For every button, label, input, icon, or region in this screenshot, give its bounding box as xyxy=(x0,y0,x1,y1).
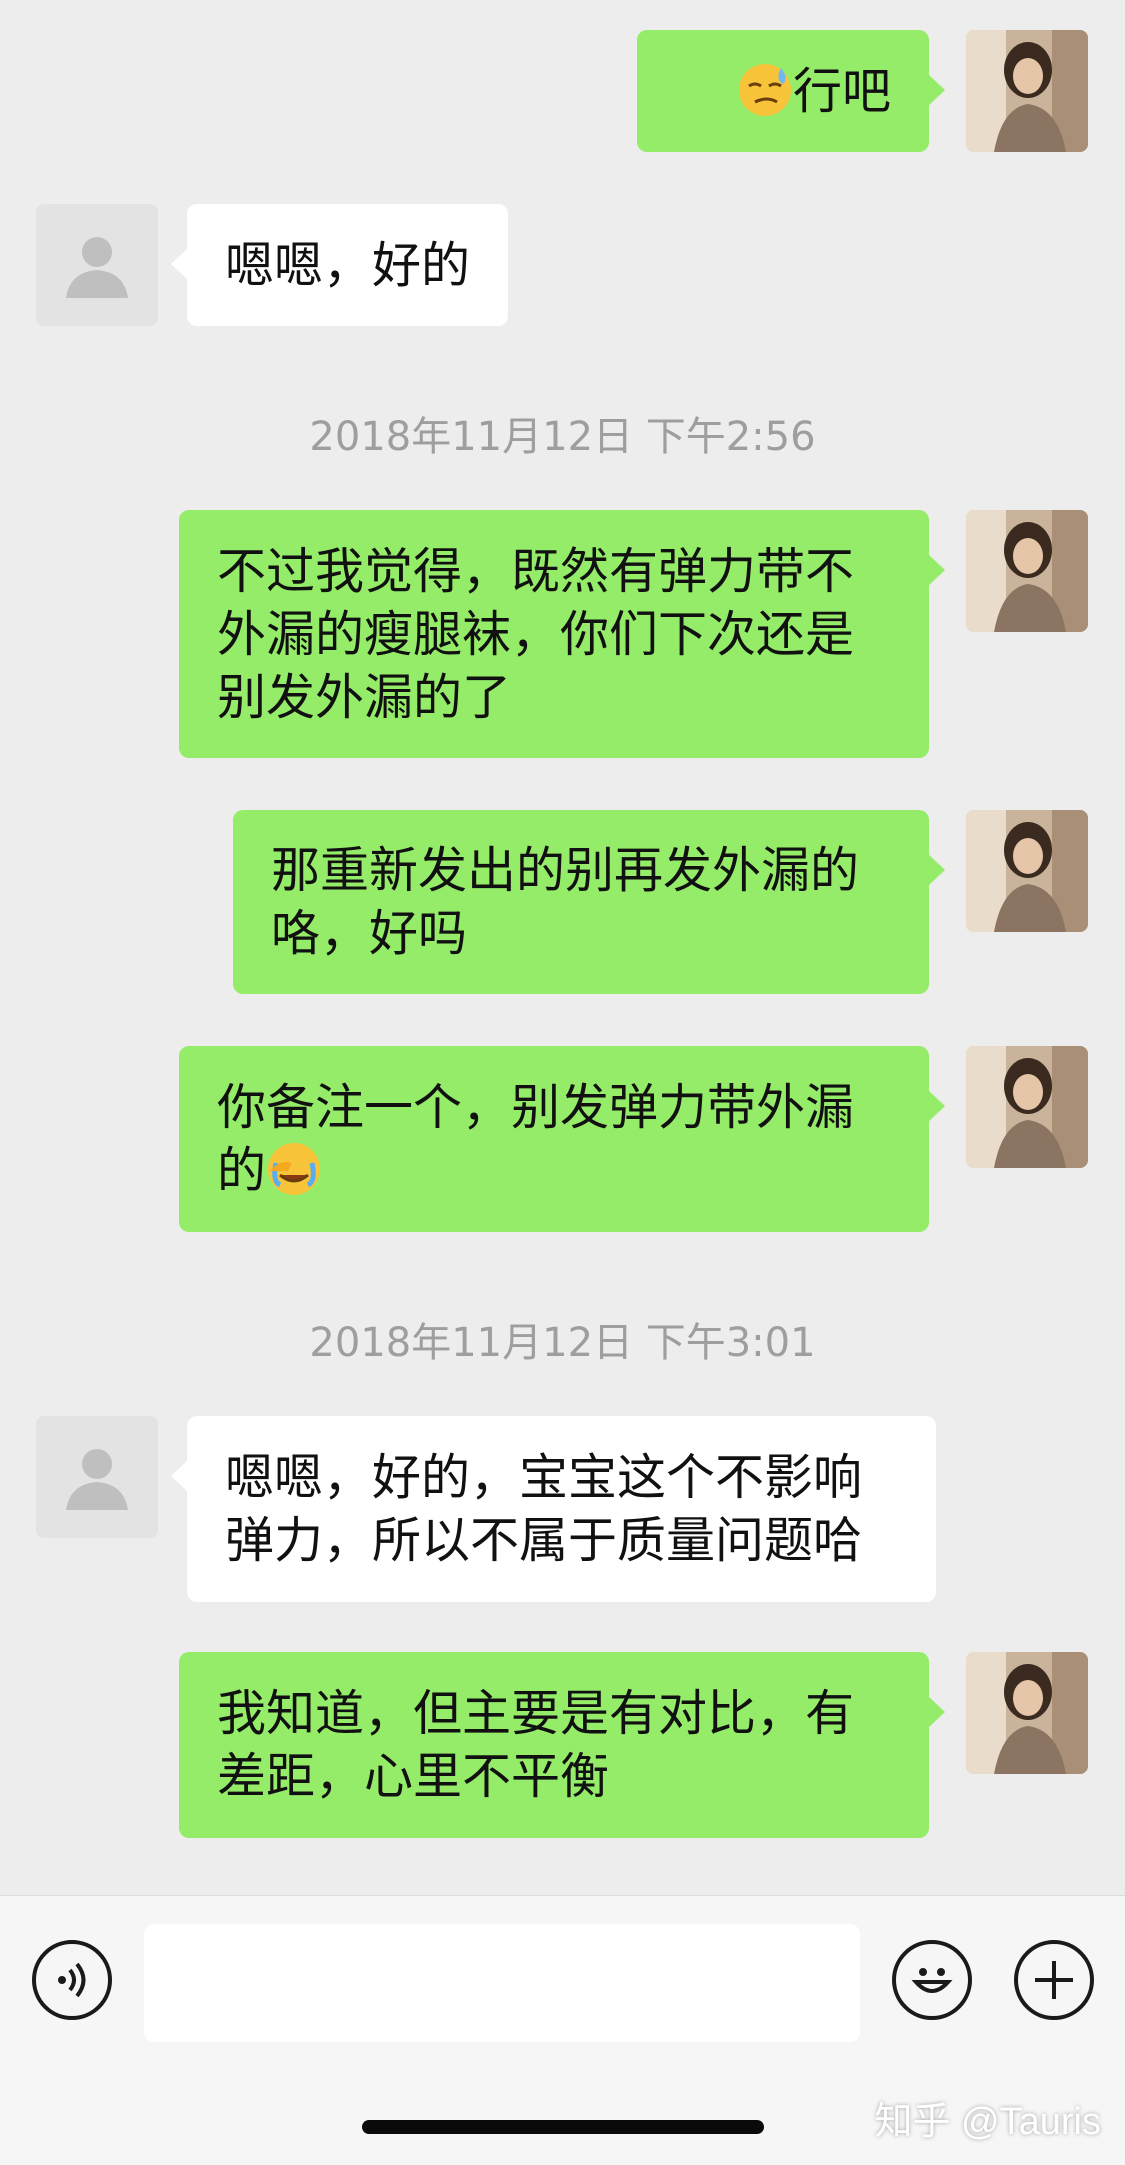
plus-icon xyxy=(1035,1961,1073,1999)
default-user-icon xyxy=(66,1449,128,1510)
emoji-button[interactable] xyxy=(892,1940,972,2020)
my-avatar[interactable] xyxy=(966,1046,1088,1168)
smirk-sweat-emoji xyxy=(738,63,791,116)
home-indicator[interactable] xyxy=(362,2120,764,2134)
voice-icon xyxy=(58,1962,86,1998)
message-bubble-sent[interactable]: 行吧 xyxy=(636,30,946,152)
emoji-icon xyxy=(911,1968,953,1993)
my-avatar[interactable] xyxy=(966,810,1088,932)
message-text: 我知道，但主要是有对比，有 差距，心里不平衡 xyxy=(217,1685,855,1805)
message-bubble-sent[interactable]: 那重新发出的别再发外漏的 咯，好吗 xyxy=(233,810,945,994)
message-text: 不过我觉得，既然有弹力带不 外漏的瘦腿袜，你们下次还是 别发外漏的了 xyxy=(217,542,855,726)
message-bubble-received[interactable]: 嗯嗯，好的，宝宝这个不影响 弹力，所以不属于质量问题哈 xyxy=(171,1416,936,1602)
message-text: 行吧 xyxy=(792,62,891,120)
my-avatar[interactable] xyxy=(966,510,1088,632)
message-bubble-received[interactable]: 嗯嗯，好的 xyxy=(170,204,509,326)
watermark: 知乎 @Tauris xyxy=(874,2101,1102,2143)
contact-avatar[interactable] xyxy=(36,204,158,326)
facepalm-cry-emoji xyxy=(268,1143,321,1195)
message-bubble-sent[interactable]: 我知道，但主要是有对比，有 差距，心里不平衡 xyxy=(179,1652,945,1838)
chat-timestamp: 2018年11月12日 下午2:56 xyxy=(309,414,816,460)
message-text: 那重新发出的别再发外漏的 咯，好吗 xyxy=(271,842,860,962)
chat-timestamp: 2018年11月12日 下午3:01 xyxy=(309,1320,816,1366)
more-button[interactable] xyxy=(1014,1940,1094,2020)
default-user-icon xyxy=(66,237,128,298)
my-avatar[interactable] xyxy=(966,1652,1088,1774)
message-text: 嗯嗯，好的，宝宝这个不影响 弹力，所以不属于质量问题哈 xyxy=(225,1449,863,1569)
message-text: 嗯嗯，好的 xyxy=(225,236,471,294)
voice-button[interactable] xyxy=(32,1940,112,2020)
message-bubble-sent[interactable]: 不过我觉得，既然有弹力带不 外漏的瘦腿袜，你们下次还是 别发外漏的了 xyxy=(179,510,945,758)
message-input[interactable] xyxy=(144,1924,860,2042)
contact-avatar[interactable] xyxy=(36,1416,158,1538)
message-bubble-sent[interactable]: 你备注一个，别发弹力带外漏 的 xyxy=(179,1046,945,1232)
my-avatar[interactable] xyxy=(966,30,1088,152)
